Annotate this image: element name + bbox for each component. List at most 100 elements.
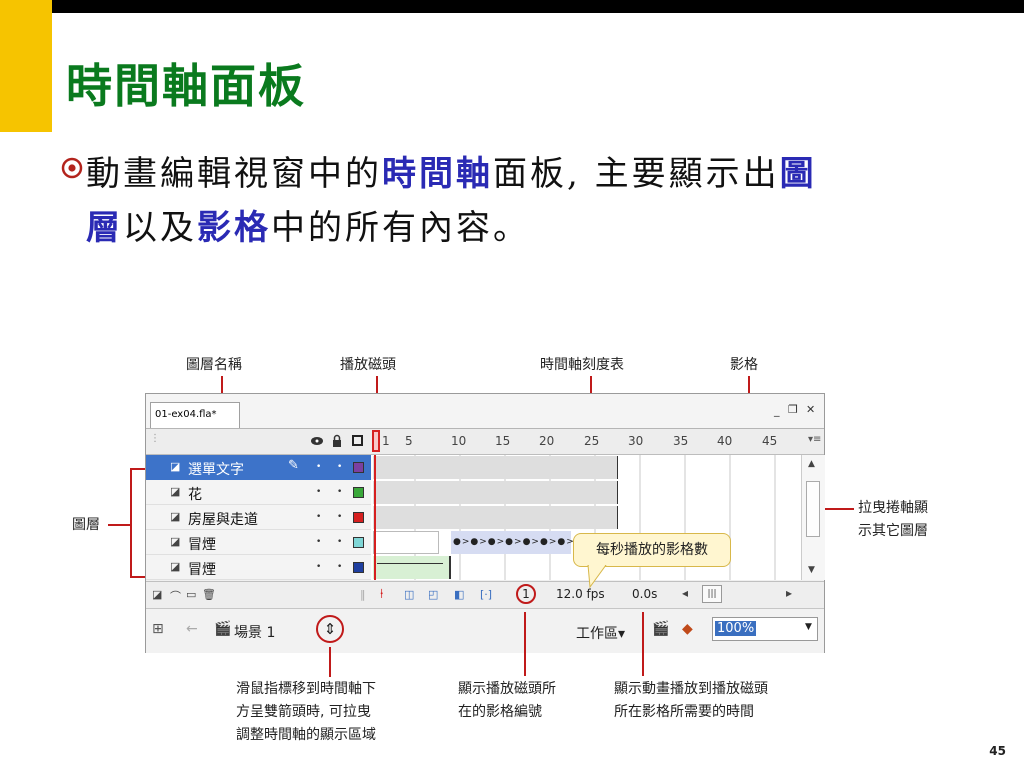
layer-icon: ◪ bbox=[170, 560, 181, 573]
zoom-select[interactable]: 100% ▼ bbox=[712, 617, 818, 641]
ruler-mark: 1 bbox=[382, 434, 390, 448]
new-layer-icon[interactable]: ◪ bbox=[152, 588, 162, 601]
scroll-left-icon[interactable]: ◂ bbox=[682, 586, 688, 600]
center-frame-icon[interactable]: ⍿ bbox=[380, 587, 383, 602]
annotation-ruler: 時間軸刻度表 bbox=[540, 357, 624, 373]
layer-row[interactable]: ◪ 花 • • bbox=[146, 480, 371, 505]
layer-name[interactable]: 冒煙 bbox=[188, 559, 216, 579]
scene-icon: 🎬 bbox=[214, 621, 232, 637]
body-text: 以及 bbox=[123, 208, 197, 248]
playhead-marker[interactable] bbox=[372, 430, 380, 452]
ruler-mark: 20 bbox=[539, 434, 555, 448]
layer-row[interactable]: ◪ 選單文字 ✎ • • bbox=[146, 455, 371, 480]
scroll-right-icon[interactable]: ▸ bbox=[786, 586, 792, 600]
scene-label[interactable]: 場景 1 bbox=[234, 622, 275, 642]
lock-dot[interactable]: • bbox=[337, 512, 342, 522]
lock-icon[interactable] bbox=[332, 434, 342, 447]
frame-span[interactable] bbox=[373, 506, 618, 529]
highlight-frame: 影格 bbox=[197, 208, 271, 248]
annotation-frame: 影格 bbox=[730, 357, 758, 373]
frame-span[interactable] bbox=[373, 481, 618, 504]
leader-line bbox=[642, 612, 644, 676]
eye-icon[interactable] bbox=[310, 435, 324, 447]
pencil-icon: ✎ bbox=[288, 458, 299, 473]
timeline-status-bar: ◪ ⌒ ▭ 🗑 ‖ ⍿ ◫ ◰ ◧ [·] 1 12.0 fps 0.0s ◂ … bbox=[146, 581, 824, 608]
body-line-2: 層以及影格中的所有內容。 bbox=[86, 200, 530, 249]
annotation-layers: 圖層 bbox=[72, 517, 100, 533]
visibility-dot[interactable]: • bbox=[316, 462, 321, 472]
layer-color-swatch[interactable] bbox=[353, 512, 364, 523]
playhead-line[interactable] bbox=[374, 455, 376, 580]
fps-display[interactable]: 12.0 fps bbox=[556, 587, 605, 601]
horizontal-scroll-thumb[interactable]: ||| bbox=[702, 585, 722, 603]
highlight-timeline: 時間軸 bbox=[382, 154, 493, 194]
elapsed-time-display: 0.0s bbox=[632, 587, 658, 601]
frame-span[interactable] bbox=[373, 531, 439, 554]
outline-icon[interactable] bbox=[352, 435, 363, 446]
edit-symbol-icon[interactable]: ◆ bbox=[682, 621, 693, 637]
lock-dot[interactable]: • bbox=[337, 537, 342, 547]
lock-dot[interactable]: • bbox=[337, 462, 342, 472]
accent-block bbox=[0, 0, 52, 132]
annotation-playhead: 播放磁頭 bbox=[340, 357, 396, 373]
timeline-panel: 01-ex04.fla* _ ❐ ✕ ⋮ 1 5 10 15 20 25 30 … bbox=[145, 393, 825, 653]
body-text: 中的所有內容。 bbox=[271, 208, 530, 248]
document-tab[interactable]: 01-ex04.fla* bbox=[150, 402, 240, 428]
panel-tab-bar: 01-ex04.fla* _ ❐ ✕ bbox=[146, 394, 824, 429]
layer-icon: ◪ bbox=[170, 485, 181, 498]
close-icon[interactable]: ✕ bbox=[806, 403, 815, 416]
onion-outline-icon[interactable]: ◰ bbox=[428, 588, 438, 601]
drag-grip-icon[interactable]: ⋮ bbox=[150, 433, 160, 444]
body-text: 動畫編輯視窗中的 bbox=[86, 154, 382, 194]
layer-name[interactable]: 花 bbox=[188, 484, 202, 504]
lock-dot[interactable]: • bbox=[337, 562, 342, 572]
scroll-thumb[interactable] bbox=[806, 481, 820, 537]
layer-color-swatch[interactable] bbox=[353, 462, 364, 473]
layer-color-swatch[interactable] bbox=[353, 537, 364, 548]
ruler-mark: 15 bbox=[495, 434, 511, 448]
ruler-mark: 5 bbox=[405, 434, 413, 448]
folder-icon[interactable]: ▭ bbox=[186, 588, 196, 601]
trash-icon[interactable]: 🗑 bbox=[202, 588, 216, 601]
frame-span[interactable] bbox=[373, 456, 618, 479]
workspace-button[interactable]: 工作區▾ bbox=[576, 623, 625, 643]
visibility-dot[interactable]: • bbox=[316, 537, 321, 547]
motion-guide-icon[interactable]: ⌒ bbox=[170, 588, 181, 604]
visibility-dot[interactable]: • bbox=[316, 487, 321, 497]
layer-color-swatch[interactable] bbox=[353, 487, 364, 498]
annotation-resize-1: 滑鼠指標移到時間軸下 bbox=[236, 681, 376, 697]
annotation-layer-name: 圖層名稱 bbox=[186, 357, 242, 373]
timeline-toggle-icon[interactable]: ⊞ bbox=[152, 621, 164, 637]
resize-double-arrow-icon[interactable]: ⇕ bbox=[316, 615, 344, 643]
layer-color-swatch[interactable] bbox=[353, 562, 364, 573]
onion-skin-icon[interactable]: ◫ bbox=[404, 588, 414, 601]
restore-icon[interactable]: ❐ bbox=[788, 403, 798, 416]
timeline-ruler[interactable]: 1 5 10 15 20 25 30 35 40 45 bbox=[371, 429, 801, 454]
layer-name[interactable]: 冒煙 bbox=[188, 534, 216, 554]
scroll-down-icon[interactable]: ▼ bbox=[808, 565, 815, 575]
annotation-scrollbar-1: 拉曳捲軸顯 bbox=[858, 500, 928, 516]
layer-row[interactable]: ◪ 冒煙 • • bbox=[146, 530, 371, 555]
options-menu-icon[interactable]: ▾≡ bbox=[808, 434, 821, 445]
layer-scrollbar[interactable]: ▲ ▼ bbox=[801, 455, 825, 580]
minimize-icon[interactable]: _ bbox=[774, 404, 780, 417]
layer-row[interactable]: ◪ 房屋與走道 • • bbox=[146, 505, 371, 530]
chevron-down-icon: ▼ bbox=[805, 622, 812, 632]
layer-row[interactable]: ◪ 冒煙 • • bbox=[146, 555, 371, 580]
scroll-up-icon[interactable]: ▲ bbox=[808, 459, 815, 469]
motion-tween[interactable] bbox=[373, 556, 451, 579]
layer-name[interactable]: 選單文字 bbox=[188, 459, 244, 479]
layer-icon: ◪ bbox=[170, 510, 181, 523]
visibility-dot[interactable]: • bbox=[316, 512, 321, 522]
visibility-dot[interactable]: • bbox=[316, 562, 321, 572]
back-arrow-icon[interactable]: ← bbox=[186, 621, 198, 637]
divider-grip[interactable]: ‖ bbox=[360, 588, 366, 601]
layer-name[interactable]: 房屋與走道 bbox=[188, 509, 258, 529]
ruler-mark: 40 bbox=[717, 434, 733, 448]
edit-scene-icon[interactable]: 🎬 bbox=[652, 621, 669, 637]
onion-markers-icon[interactable]: [·] bbox=[480, 588, 492, 601]
lock-dot[interactable]: • bbox=[337, 487, 342, 497]
workspace-label: 工作區 bbox=[576, 626, 618, 642]
edit-frames-icon[interactable]: ◧ bbox=[454, 588, 464, 601]
ruler-mark: 35 bbox=[673, 434, 689, 448]
